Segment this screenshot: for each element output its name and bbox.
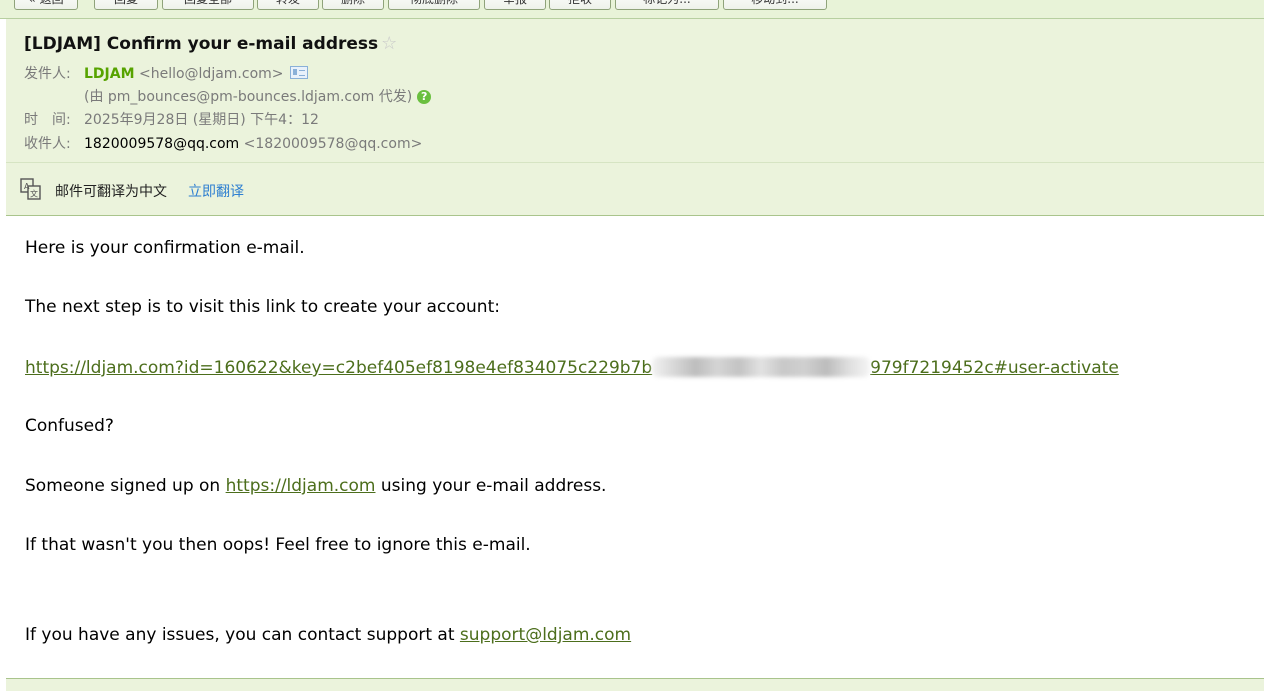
forward-button[interactable]: 转发 (257, 0, 319, 10)
recipient-address: <1820009578@qq.com> (243, 136, 423, 152)
to-row: 收件人: 1820009578@qq.com <1820009578@qq.com… (24, 135, 422, 153)
time-label: 时 间: (24, 112, 71, 128)
mail-toolbar: « 返回 回复 回复全部 转发 删除 彻底删除 举报 拒收 标记为... 移动到… (0, 0, 1264, 19)
on-behalf-row: (由 pm_bounces@pm-bounces.ldjam.com 代发)? (24, 88, 432, 106)
body-line-2: The next step is to visit this link to c… (25, 297, 500, 317)
from-label: 发件人: (24, 66, 71, 82)
subject-text: [LDJAM] Confirm your e-mail address (24, 34, 379, 54)
body-line-1: Here is your confirmation e-mail. (25, 238, 305, 258)
line4-pre: Someone signed up on (25, 476, 226, 496)
time-value: 2025年9月28日 (星期日) 下午4：12 (84, 112, 319, 128)
redacted-blur (652, 357, 871, 377)
support-email-link[interactable]: support@ldjam.com (460, 625, 631, 645)
sender-address: <hello@ldjam.com> (138, 66, 284, 82)
ldjam-link[interactable]: https://ldjam.com (226, 476, 376, 496)
body-line-6: If you have any issues, you can contact … (25, 625, 631, 645)
reject-button[interactable]: 拒收 (549, 0, 611, 10)
to-label: 收件人: (24, 136, 71, 152)
translate-icon: A 文 (20, 178, 41, 200)
body-line-4: Someone signed up on https://ldjam.com u… (25, 476, 606, 496)
line4-post: using your e-mail address. (375, 476, 607, 496)
mail-subject: [LDJAM] Confirm your e-mail address ☆ (24, 33, 397, 54)
star-icon[interactable]: ☆ (381, 33, 397, 54)
delete-permanently-button[interactable]: 彻底删除 (388, 0, 480, 10)
delete-button[interactable]: 删除 (322, 0, 384, 10)
on-behalf-text: (由 pm_bounces@pm-bounces.ldjam.com 代发) (84, 89, 413, 105)
translate-text: 邮件可翻译为中文 (55, 184, 167, 200)
from-row: 发件人: LDJAM <hello@ldjam.com> (24, 65, 308, 83)
body-line-3: Confused? (25, 416, 114, 436)
translate-bar: A 文 邮件可翻译为中文 立即翻译 (6, 162, 1264, 216)
body-line-5: If that wasn't you then oops! Feel free … (25, 535, 531, 555)
activation-link-row: https://ldjam.com?id=160622&key=c2bef405… (25, 357, 1119, 378)
help-icon[interactable]: ? (417, 90, 432, 104)
line6-pre: If you have any issues, you can contact … (25, 625, 460, 645)
activation-link-start[interactable]: https://ldjam.com?id=160622&key=c2bef405… (25, 358, 652, 378)
contact-card-icon[interactable] (289, 66, 308, 79)
time-row: 时 间: 2025年9月28日 (星期日) 下午4：12 (24, 111, 319, 129)
activation-link-end[interactable]: 979f7219452c#user-activate (870, 358, 1119, 378)
sender-name[interactable]: LDJAM (84, 66, 135, 82)
svg-text:文: 文 (30, 189, 38, 199)
mail-header: [LDJAM] Confirm your e-mail address ☆ 发件人… (6, 19, 1264, 162)
report-button[interactable]: 举报 (484, 0, 546, 10)
reply-all-button[interactable]: 回复全部 (162, 0, 254, 10)
translate-now-link[interactable]: 立即翻译 (188, 181, 244, 201)
reply-button[interactable]: 回复 (94, 0, 158, 10)
recipient-name[interactable]: 1820009578@qq.com (84, 136, 239, 152)
bottom-divider (6, 678, 1264, 691)
mark-as-button[interactable]: 标记为... (615, 0, 719, 10)
move-to-button[interactable]: 移动到... (723, 0, 827, 10)
back-button[interactable]: « 返回 (14, 0, 78, 10)
